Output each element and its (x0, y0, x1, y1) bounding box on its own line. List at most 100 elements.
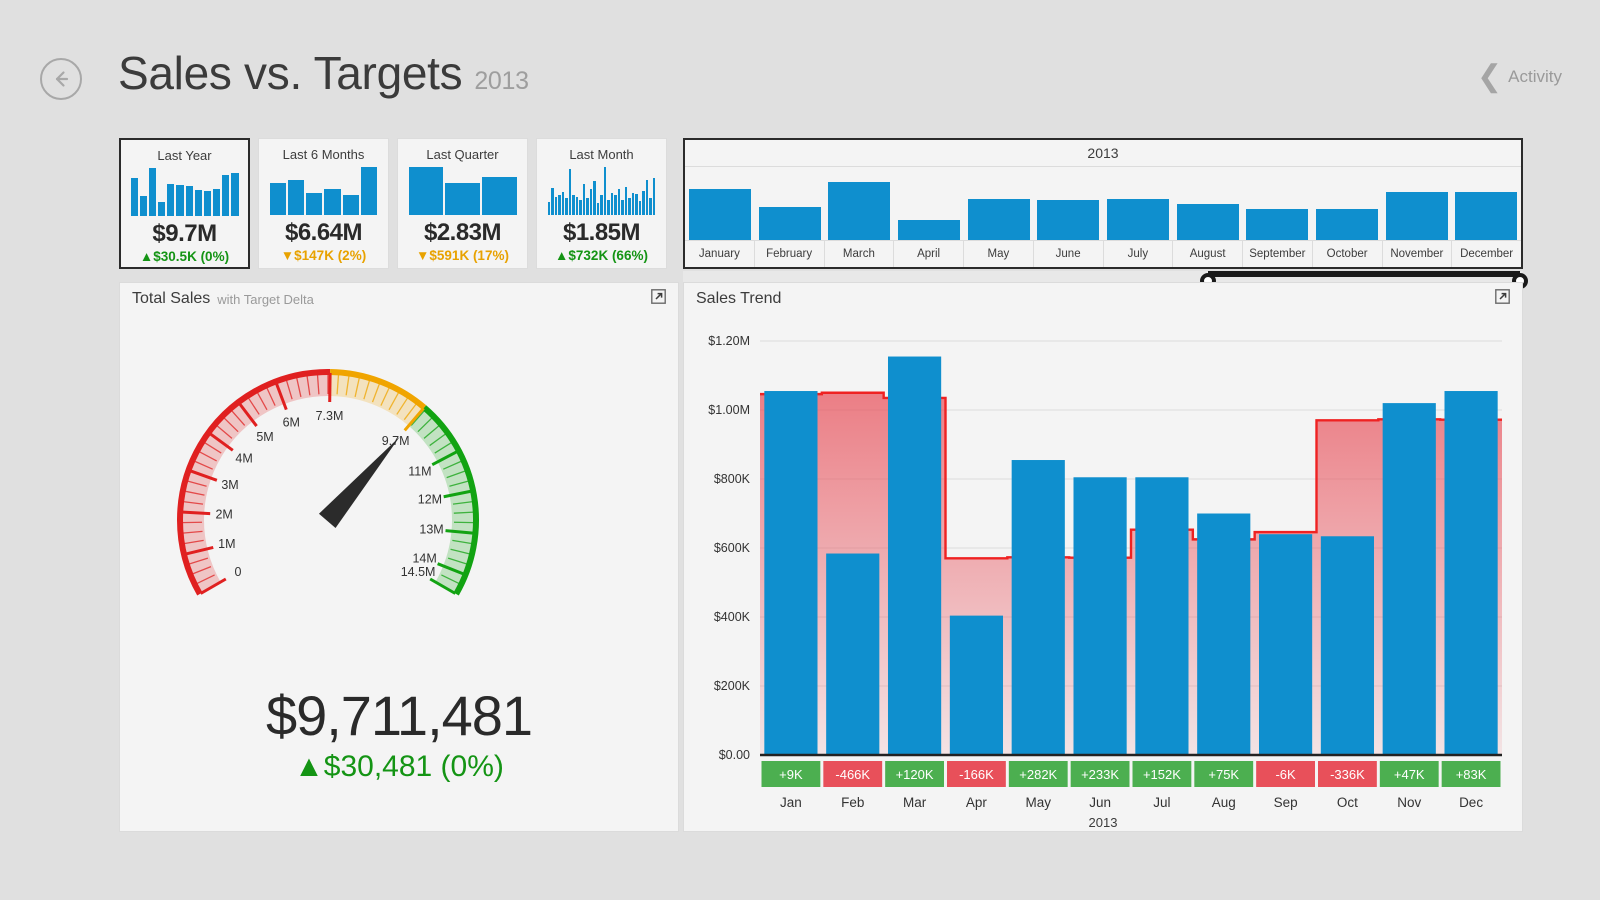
page-header: Sales vs. Targets 2013 ❮ Activity (0, 0, 1600, 124)
trend-y-tick-label: $600K (714, 541, 751, 555)
trend-y-tick-label: $200K (714, 679, 751, 693)
timeline-bar[interactable] (1312, 167, 1382, 240)
kpi-sparkline (130, 168, 239, 216)
trend-bar[interactable] (1320, 536, 1375, 755)
timeline-bar[interactable] (1451, 167, 1521, 240)
total-sales-value: $9,711,481 (265, 684, 533, 747)
trend-delta-label: -6K (1275, 767, 1296, 782)
trend-y-tick-label: $0.00 (719, 748, 750, 762)
kpi-card-title: Last Quarter (426, 147, 499, 162)
timeline-month-label[interactable]: November (1383, 241, 1453, 267)
gauge-tick-label: 12M (418, 492, 442, 506)
trend-x-tick-label: Dec (1459, 795, 1483, 810)
gauge-tick-label: 4M (235, 452, 252, 466)
timeline-month-label[interactable]: July (1104, 241, 1174, 267)
sales-trend-panel: Sales Trend $0.00 $200K $400K $600K $800K $1.… (683, 282, 1523, 832)
trend-delta-label: +282K (1019, 767, 1057, 782)
trend-delta-label: -166K (959, 767, 994, 782)
timeline-bar[interactable] (824, 167, 894, 240)
timeline-bar[interactable] (1103, 167, 1173, 240)
expand-icon[interactable] (651, 289, 666, 309)
trend-bar[interactable] (887, 356, 942, 755)
back-arrow-circle-icon[interactable] (40, 58, 82, 100)
trend-bar[interactable] (1197, 513, 1251, 756)
kpi-card-delta: ▼$147K (2%) (280, 248, 367, 263)
kpi-card-title: Last 6 Months (282, 147, 365, 162)
timeline-bar[interactable] (1242, 167, 1312, 240)
chevron-left-icon: ❮ (1477, 60, 1503, 93)
activity-button[interactable]: ❮ Activity (1477, 62, 1562, 92)
kpi-card-last-6-months[interactable]: Last 6 Months $6.64M ▼$147K (2%) (258, 138, 389, 269)
timeline-month-label[interactable]: February (755, 241, 825, 267)
trend-bar[interactable] (1258, 534, 1313, 755)
gauge-needle (318, 436, 400, 529)
trend-bar[interactable] (1011, 460, 1065, 755)
trend-bar[interactable] (1382, 403, 1436, 755)
trend-delta-label: -466K (835, 767, 870, 782)
trend-bar[interactable] (1135, 477, 1189, 755)
page-title-year: 2013 (474, 67, 529, 95)
trend-bar[interactable] (764, 391, 818, 755)
timeline-month-label[interactable]: May (964, 241, 1034, 267)
trend-x-tick-label: Jan (780, 795, 802, 810)
gauge-tick-label: 6M (283, 416, 300, 430)
timeline-slicer[interactable]: 2013 January February March April May June Jul… (683, 138, 1523, 269)
timeline-bars (685, 167, 1521, 240)
trend-x-tick-label: Oct (1337, 795, 1358, 810)
trend-bar[interactable] (1444, 391, 1498, 755)
timeline-bar[interactable] (1173, 167, 1243, 240)
gauge-tick-label: 1M (218, 537, 235, 551)
gauge-tick-label: 5M (256, 430, 273, 444)
kpi-card-value: $1.85M (562, 219, 641, 246)
sales-trend-panel-header: Sales Trend (684, 283, 1522, 315)
kpi-sparkline (547, 167, 656, 215)
kpi-card-title: Last Year (157, 148, 212, 163)
trend-bar[interactable] (949, 615, 1004, 755)
timeline-bar[interactable] (1033, 167, 1103, 240)
trend-x-tick-label: Feb (841, 795, 864, 810)
total-sales-delta-arrow: ▲ (294, 750, 324, 783)
trend-y-tick-label: $1.20M (708, 334, 750, 348)
timeline-bar[interactable] (685, 167, 755, 240)
trend-x-tick-label: Mar (903, 795, 927, 810)
kpi-sparkline (408, 167, 517, 215)
kpi-card-last-month[interactable]: Last Month $1.85M ▲$732K (66%) (536, 138, 667, 269)
sales-trend-title: Sales Trend (696, 290, 782, 307)
kpi-card-last-year[interactable]: Last Year $9.7M ▲$30.5K (0%) (119, 138, 250, 269)
trend-x-tick-label: Jun (1089, 795, 1111, 810)
kpi-card-delta: ▼$591K (17%) (416, 248, 509, 263)
timeline-month-label[interactable]: December (1452, 241, 1521, 267)
trend-svg: $0.00 $200K $400K $600K $800K $1.00M $1.20M +9K… (708, 334, 1502, 810)
total-sales-panel-header: Total Sales with Target Delta (120, 283, 678, 315)
timeline-month-label[interactable]: June (1034, 241, 1104, 267)
timeline-month-label[interactable]: August (1173, 241, 1243, 267)
kpi-card-value: $9.7M (152, 220, 217, 247)
gauge-tick-label: 14M (412, 551, 436, 565)
timeline-month-label[interactable]: September (1243, 241, 1313, 267)
dashboard-page: Sales vs. Targets 2013 ❮ Activity Last Ye… (0, 0, 1600, 900)
gauge-tick-label: 2M (215, 507, 232, 521)
kpi-card-title: Last Month (569, 147, 634, 162)
sales-trend-chart: $0.00 $200K $400K $600K $800K $1.00M $1.20M +9K… (684, 315, 1522, 829)
kpi-card-last-quarter[interactable]: Last Quarter $2.83M ▼$591K (17%) (397, 138, 528, 269)
kpi-card-delta: ▲$732K (66%) (555, 248, 648, 263)
trend-x-tick-label: Apr (966, 795, 988, 810)
trend-delta-label: +233K (1081, 767, 1119, 782)
timeline-bar[interactable] (964, 167, 1034, 240)
trend-y-tick-label: $400K (714, 610, 751, 624)
timeline-bar[interactable] (1382, 167, 1452, 240)
timeline-bar[interactable] (894, 167, 964, 240)
timeline-month-label[interactable]: March (825, 241, 895, 267)
timeline-month-label[interactable]: January (685, 241, 755, 267)
trend-delta-label: -336K (1330, 767, 1365, 782)
timeline-month-labels: January February March April May June July Augu… (685, 240, 1521, 267)
timeline-range-selection[interactable] (1208, 271, 1520, 277)
expand-icon[interactable] (1495, 289, 1510, 309)
timeline-bar[interactable] (755, 167, 825, 240)
trend-bar[interactable] (1073, 477, 1127, 755)
trend-delta-label: +120K (896, 767, 934, 782)
timeline-month-label[interactable]: October (1313, 241, 1383, 267)
trend-bar[interactable] (826, 553, 880, 755)
trend-x-tick-label: Nov (1397, 795, 1421, 810)
timeline-month-label[interactable]: April (894, 241, 964, 267)
